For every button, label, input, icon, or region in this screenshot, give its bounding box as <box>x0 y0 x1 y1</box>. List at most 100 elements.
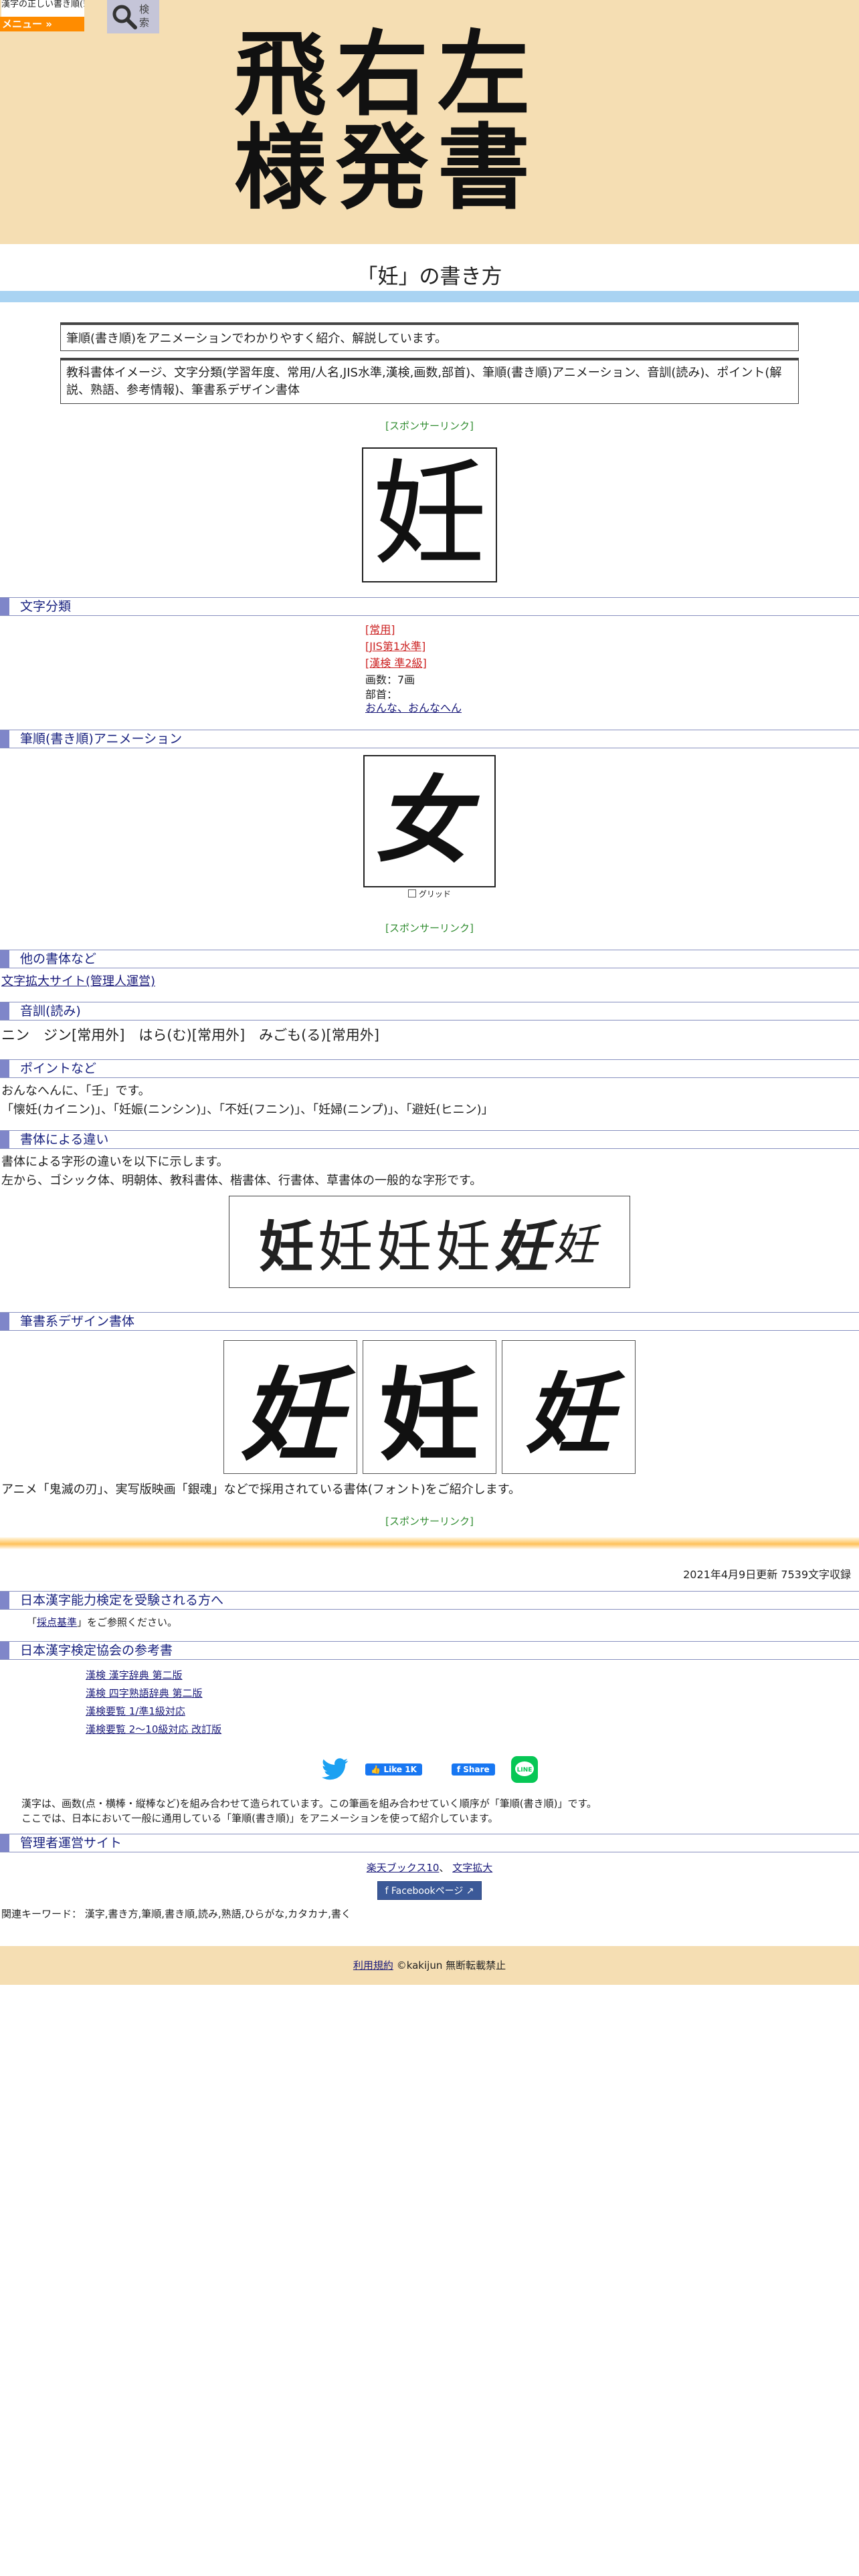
search-button[interactable]: 検索 <box>107 0 159 33</box>
section-kentei: 日本漢字能力検定を受験される方へ <box>0 1591 859 1610</box>
classification-list: [常用] [JIS第1水準] [漢検 準2級] 画数：7画 部首： おんな、おん… <box>365 621 859 715</box>
external-link-icon: ↗ <box>463 1886 474 1897</box>
twitter-icon[interactable] <box>321 1757 349 1782</box>
sponsor-link[interactable]: [スポンサーリンク] <box>0 1514 859 1528</box>
section-title: 筆順(書き順)アニメーション <box>20 732 183 746</box>
grading-criteria-link[interactable]: 採点基準 <box>37 1616 77 1628</box>
font-textbook-glyph: 妊 <box>377 1216 436 1278</box>
copyright: ©kakijun 無断転載禁止 <box>396 1959 506 1971</box>
section-animation: 筆順(書き順)アニメーション <box>0 730 859 748</box>
reference-book-link[interactable]: 漢検要覧 2～10級対応 改訂版 <box>86 1721 859 1739</box>
section-font-diff: 書体による違い <box>0 1130 859 1149</box>
reference-book-link[interactable]: 漢検要覧 1/準1級対応 <box>86 1703 859 1721</box>
section-title: 筆書系デザイン書体 <box>20 1314 135 1329</box>
kanji-textbook-image: 妊 <box>362 447 497 582</box>
search-icon <box>112 5 137 29</box>
facebook-icon: f <box>456 1765 464 1774</box>
reference-book-link[interactable]: 漢検 四字熟語辞典 第二版 <box>86 1685 859 1703</box>
updated-note: 2021年4月9日更新 7539文字収録 <box>683 1568 851 1581</box>
kanken-link[interactable]: [漢検 準2級] <box>365 655 859 671</box>
reference-book-link[interactable]: 漢検 漢字辞典 第二版 <box>86 1667 859 1685</box>
explanation-line-1: 漢字は、画数(点・横棒・縦棒など)を組み合わせて造られています。この筆画を組み合… <box>21 1798 597 1810</box>
terms-link[interactable]: 利用規約 <box>353 1959 393 1971</box>
section-kentei-ref: 日本漢字検定協会の参考書 <box>0 1641 859 1660</box>
related-keywords: 関連キーワード： 漢字,書き方,筆順,書き順,読み,熟語,ひらがな,カタカナ,書… <box>1 1908 351 1920</box>
section-title: ポイントなど <box>20 1061 97 1076</box>
design-caption: アニメ「鬼滅の刃」、実写版映画「銀魂」などで採用されている書体(フォント)をご紹… <box>1 1483 520 1497</box>
facebook-page-button[interactable]: f Facebookページ ↗ <box>377 1881 482 1900</box>
site-logo[interactable]: 漢字の正しい書き順(筆順) <box>1 0 84 17</box>
section-title: 音訓(読み) <box>20 1004 81 1018</box>
joyo-link[interactable]: [常用] <box>365 621 859 638</box>
section-title: 文字分類 <box>20 599 72 614</box>
facebook-icon: f <box>385 1886 391 1897</box>
animation-partial-glyph: 女 <box>375 766 470 876</box>
font-gothic-glyph: 妊 <box>258 1215 318 1279</box>
zoom-site-link[interactable]: 文字拡大 <box>452 1862 492 1874</box>
sponsor-link[interactable]: [スポンサーリンク] <box>0 419 859 433</box>
search-label: 検索 <box>139 3 150 29</box>
page-title: 「妊」の書き方 <box>357 265 502 289</box>
intro-box-1: 筆順(書き順)をアニメーションでわかりやすく紹介、解説しています。 <box>60 322 799 351</box>
section-admin-sites: 管理者運営サイト <box>0 1834 859 1852</box>
orange-divider <box>0 1537 859 1549</box>
kentei-prefix: 「 <box>27 1616 37 1628</box>
link-separator: 、 <box>439 1862 453 1874</box>
section-other-fonts: 他の書体など <box>0 950 859 968</box>
intro-box-2: 教科書体イメージ、文字分類(学習年度、常用/人名,JIS水準,漢検,画数,部首)… <box>60 358 799 404</box>
font-sosho-glyph: 妊 <box>553 1221 601 1271</box>
share-label: Share <box>463 1765 490 1774</box>
svg-text:LINE: LINE <box>516 1767 532 1774</box>
hero-calligraphy: 飛右左 様発書 <box>234 28 636 215</box>
rakuten-books-link[interactable]: 楽天ブックス10 <box>367 1862 440 1874</box>
grid-checkbox[interactable] <box>408 889 417 897</box>
stroke-count: 画数：7画 <box>365 673 415 686</box>
title-divider <box>0 291 859 302</box>
points-line-2: 「懐妊(カイニン)」、「妊娠(ニンシン)」、「不妊(フニン)」、「妊婦(ニンプ)… <box>1 1103 494 1117</box>
facebook-share-button[interactable]: f Share <box>451 1763 495 1776</box>
font-mincho-glyph: 妊 <box>317 1215 377 1279</box>
sponsor-link[interactable]: [スポンサーリンク] <box>0 921 859 935</box>
readings-text: ニン ジン[常用外] はら(む)[常用外] みごも(る)[常用外] <box>1 1027 379 1043</box>
font-diff-line-2: 左から、ゴシック体、明朝体、教科書体、楷書体、行書体、草書体の一般的な字形です。 <box>1 1174 482 1188</box>
design-font-gallery: 妊 妊 妊 <box>0 1340 859 1475</box>
section-title: 日本漢字検定協会の参考書 <box>20 1643 173 1658</box>
zoom-site-link[interactable]: 文字拡大サイト(管理人運営) <box>0 972 859 991</box>
font-kaisho-glyph: 妊 <box>436 1215 495 1279</box>
facebook-like-button[interactable]: 👍 Like 1K <box>365 1763 422 1776</box>
design-font-1[interactable]: 妊 <box>223 1340 357 1475</box>
social-buttons: 👍 Like 1K f Share LINE <box>0 1755 859 1784</box>
grid-label: グリッド <box>418 889 451 899</box>
font-diff-line-1: 書体による字形の違いを以下に示します。 <box>1 1155 229 1169</box>
points-line-1: おんなへんに、「壬」です。 <box>1 1084 151 1098</box>
section-title: 書体による違い <box>20 1132 109 1147</box>
explanation-line-2: ここでは、日本において一般に通用している「筆順(書き順)」をアニメーションを使っ… <box>21 1812 498 1824</box>
like-label: Like 1K <box>383 1765 417 1774</box>
thumbs-up-icon: 👍 <box>371 1765 384 1774</box>
radical-label: 部首： <box>365 688 398 701</box>
font-comparison-image: 妊 妊 妊 妊 妊 妊 <box>229 1196 630 1288</box>
design-font-3[interactable]: 妊 <box>502 1340 636 1474</box>
hero-line-2: 様発書 <box>234 113 540 222</box>
stroke-order-animation[interactable]: 女 <box>363 755 496 887</box>
font-gyosho-glyph: 妊 <box>494 1214 554 1279</box>
section-design-fonts: 筆書系デザイン書体 <box>0 1312 859 1331</box>
section-title: 他の書体など <box>20 952 97 966</box>
grid-toggle[interactable]: グリッド <box>0 887 859 903</box>
site-header: 漢字の正しい書き順(筆順) メニュー » 検索 飛右左 様発書 <box>0 0 859 244</box>
stroke-order-explanation: 漢字は、画数(点・横棒・縦棒など)を組み合わせて造られています。この筆画を組み合… <box>0 1796 859 1826</box>
reference-book-list: 漢検 漢字辞典 第二版 漢検 四字熟語辞典 第二版 漢検要覧 1/準1級対応 漢… <box>86 1667 859 1739</box>
kentei-text: 「採点基準」をご参照ください。 <box>0 1615 859 1629</box>
section-readings: 音訓(読み) <box>0 1002 859 1021</box>
menu-button[interactable]: メニュー » <box>0 17 84 31</box>
section-title: 日本漢字能力検定を受験される方へ <box>20 1593 224 1608</box>
design-font-2[interactable]: 妊 <box>363 1340 496 1475</box>
kentei-suffix: 」をご参照ください。 <box>77 1616 178 1628</box>
line-icon[interactable]: LINE <box>510 1756 538 1783</box>
section-classification: 文字分類 <box>0 597 859 616</box>
radical-link[interactable]: おんな、おんなへん <box>365 702 859 715</box>
hero-line-1: 飛右左 <box>234 19 540 128</box>
jis-link[interactable]: [JIS第1水準] <box>365 638 859 655</box>
facebook-page-label: Facebookページ <box>391 1886 464 1897</box>
section-points: ポイントなど <box>0 1059 859 1078</box>
